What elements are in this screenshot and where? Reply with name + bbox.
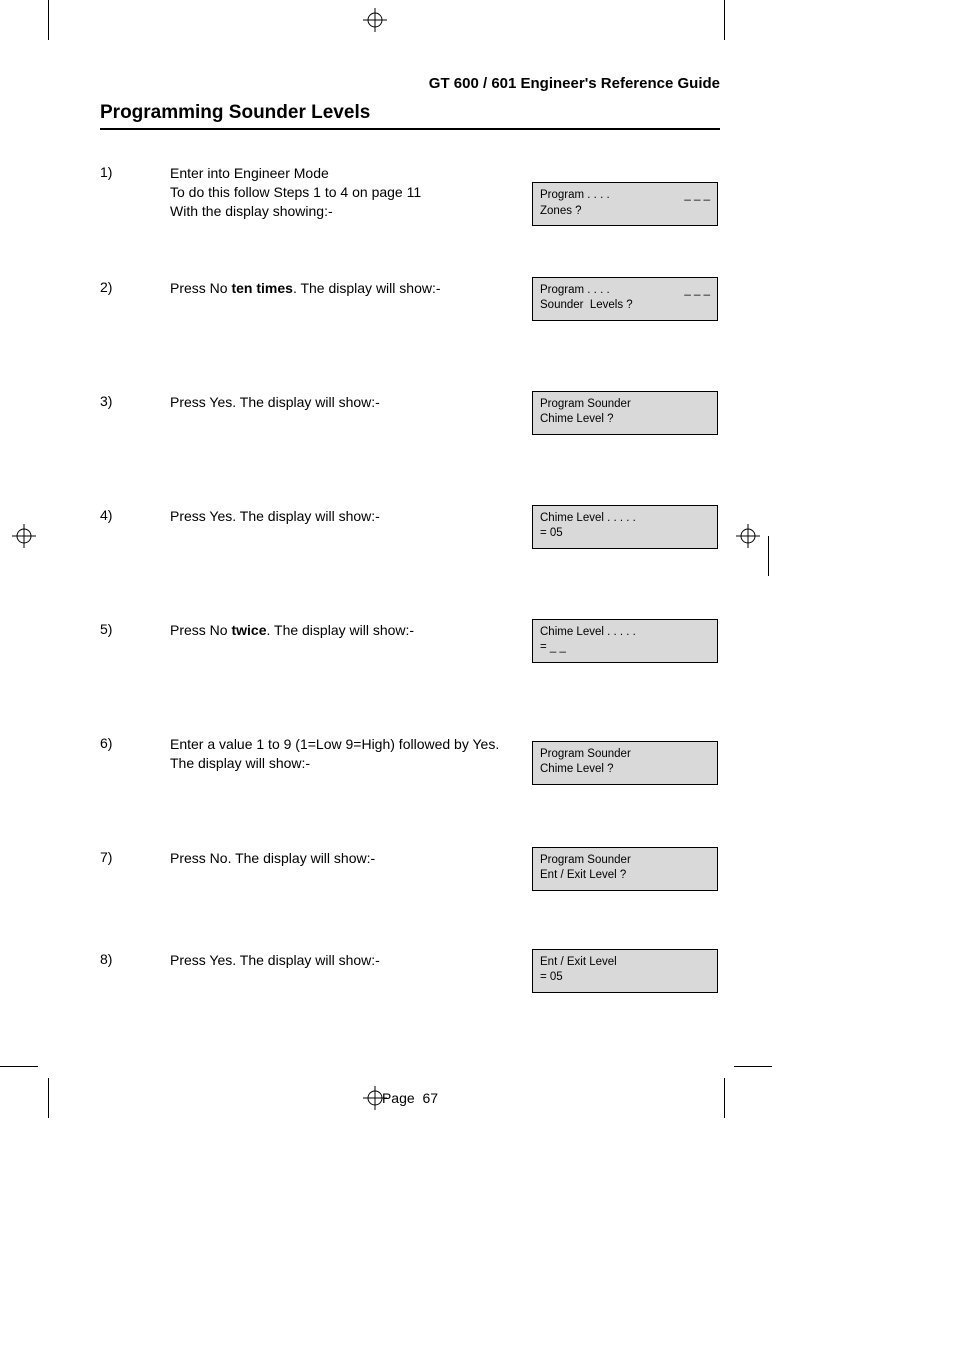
- step-text-fragment: . The display will show:-: [266, 622, 414, 638]
- crop-mark: [0, 1066, 38, 1067]
- lcd-line2: = 05: [540, 970, 710, 986]
- step-text-fragment: Press No: [170, 280, 231, 296]
- step-text: Press No twice. The display will show:-: [170, 621, 510, 640]
- lcd-line2: Zones ?: [540, 204, 710, 220]
- crop-mark: [734, 1066, 772, 1067]
- crop-mark: [724, 0, 725, 40]
- step-number: 6): [100, 735, 112, 751]
- lcd-line2: Chime Level ?: [540, 412, 710, 428]
- step-item: 1) Enter into Engineer Mode To do this f…: [100, 164, 720, 221]
- page-footer: Page 67: [100, 1090, 720, 1106]
- crop-mark: [48, 1078, 49, 1118]
- page-label: Page: [382, 1090, 415, 1106]
- step-item: 5) Press No twice. The display will show…: [100, 621, 720, 677]
- lcd-line2: Chime Level ?: [540, 762, 710, 778]
- lcd-line1: Chime Level . . . . .: [540, 625, 710, 641]
- lcd-line1: Program Sounder: [540, 853, 710, 869]
- step-text: Press No. The display will show:-: [170, 849, 510, 868]
- lcd-cursor: _ _ _: [684, 188, 710, 204]
- lcd-display: Chime Level . . . . . = _ _: [532, 619, 718, 663]
- registration-mark-icon: [12, 524, 36, 548]
- lcd-line2: = 05: [540, 526, 710, 542]
- lcd-display: Ent / Exit Level = 05: [532, 949, 718, 993]
- lcd-display: Program Sounder Chime Level ?: [532, 741, 718, 785]
- lcd-line1: Ent / Exit Level: [540, 955, 710, 971]
- step-text: Press No ten times. The display will sho…: [170, 279, 510, 298]
- lcd-cursor: _ _ _: [684, 283, 710, 299]
- sheet: GT 600 / 601 Engineer's Reference Guide …: [0, 0, 954, 1350]
- step-text: Enter into Engineer Mode To do this foll…: [170, 164, 510, 221]
- lcd-line1: Program Sounder: [540, 747, 710, 763]
- running-header: GT 600 / 601 Engineer's Reference Guide: [100, 75, 720, 92]
- lcd-line2: = _ _: [540, 640, 710, 656]
- lcd-line1: Program . . . .: [540, 284, 610, 296]
- lcd-line2: Sounder Levels ?: [540, 298, 710, 314]
- lcd-display: Program . . . . _ _ _ Zones ?: [532, 182, 718, 226]
- step-number: 7): [100, 849, 112, 865]
- lcd-display: Program Sounder Chime Level ?: [532, 391, 718, 435]
- step-number: 2): [100, 279, 112, 295]
- step-number: 4): [100, 507, 112, 523]
- page-content: GT 600 / 601 Engineer's Reference Guide …: [100, 75, 720, 1007]
- crop-mark: [768, 536, 769, 576]
- step-text-fragment: . The display will show:-: [293, 280, 441, 296]
- step-number: 5): [100, 621, 112, 637]
- step-text-fragment: Press No: [170, 622, 231, 638]
- step-item: 8) Press Yes. The display will show:- En…: [100, 951, 720, 1007]
- step-item: 3) Press Yes. The display will show:- Pr…: [100, 393, 720, 449]
- lcd-line2: Ent / Exit Level ?: [540, 868, 710, 884]
- step-item: 2) Press No ten times. The display will …: [100, 279, 720, 335]
- step-number: 8): [100, 951, 112, 967]
- step-number: 1): [100, 164, 112, 180]
- crop-mark: [724, 1078, 725, 1118]
- lcd-display: Chime Level . . . . . = 05: [532, 505, 718, 549]
- crop-mark: [48, 0, 49, 40]
- lcd-line1: Chime Level . . . . .: [540, 511, 710, 527]
- registration-mark-icon: [363, 8, 387, 32]
- step-text: Press Yes. The display will show:-: [170, 507, 510, 526]
- lcd-display: Program Sounder Ent / Exit Level ?: [532, 847, 718, 891]
- step-item: 6) Enter a value 1 to 9 (1=Low 9=High) f…: [100, 735, 720, 791]
- lcd-line1: Program . . . .: [540, 189, 610, 201]
- section-title: Programming Sounder Levels: [100, 102, 720, 130]
- step-text-bold: twice: [231, 622, 266, 638]
- step-text: Enter a value 1 to 9 (1=Low 9=High) foll…: [170, 735, 510, 773]
- step-text-bold: ten times: [231, 280, 292, 296]
- step-item: 7) Press No. The display will show:- Pro…: [100, 849, 720, 905]
- lcd-line1: Program Sounder: [540, 397, 710, 413]
- step-number: 3): [100, 393, 112, 409]
- step-text: Press Yes. The display will show:-: [170, 951, 510, 970]
- steps-list: 1) Enter into Engineer Mode To do this f…: [100, 164, 720, 1007]
- page-number: 67: [422, 1090, 438, 1106]
- step-item: 4) Press Yes. The display will show:- Ch…: [100, 507, 720, 563]
- step-text: Press Yes. The display will show:-: [170, 393, 510, 412]
- lcd-display: Program . . . . _ _ _ Sounder Levels ?: [532, 277, 718, 321]
- registration-mark-icon: [736, 524, 760, 548]
